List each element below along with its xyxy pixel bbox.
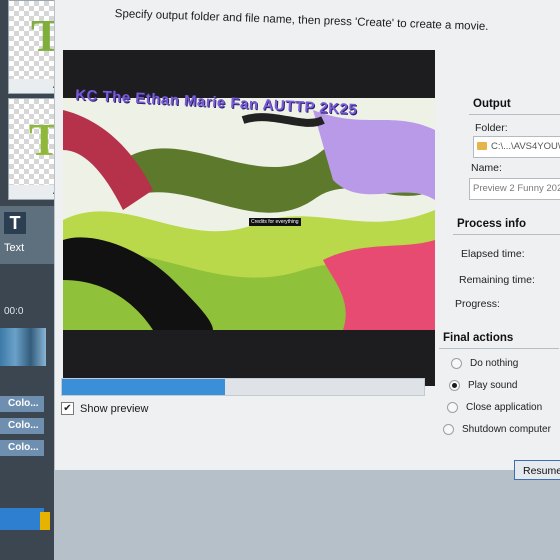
create-movie-dialog: Specify output folder and file name, the… bbox=[54, 0, 560, 470]
radio-button[interactable] bbox=[451, 358, 462, 369]
section-divider bbox=[469, 114, 560, 115]
folder-path: C:\...\AVS4YOU\ bbox=[491, 141, 560, 152]
timeline-timecode: 00:0 bbox=[4, 306, 24, 317]
resume-button[interactable]: Resume bbox=[514, 460, 560, 480]
text-tool-button[interactable]: T Text bbox=[0, 206, 54, 264]
output-section-title: Output bbox=[473, 98, 511, 110]
progress-label: Progress: bbox=[455, 298, 500, 310]
final-action-close-application[interactable]: Close application bbox=[447, 402, 542, 413]
final-action-play-sound[interactable]: Play sound bbox=[449, 380, 517, 391]
show-preview-label: Show preview bbox=[80, 402, 149, 415]
radio-button[interactable] bbox=[443, 424, 454, 435]
folder-field[interactable]: C:\...\AVS4YOU\ bbox=[473, 136, 560, 158]
render-progress-fill bbox=[62, 379, 225, 395]
folder-label: Folder: bbox=[475, 122, 508, 134]
video-overlay-caption: Credits for everything bbox=[249, 218, 301, 226]
show-preview-checkbox[interactable]: ✔ bbox=[61, 402, 74, 415]
render-progress-bar bbox=[61, 378, 425, 396]
text-tool-label: Text bbox=[4, 242, 25, 254]
folder-icon bbox=[477, 142, 487, 151]
timeline-color-clip[interactable]: Colo... bbox=[0, 440, 44, 456]
process-info-title: Process info bbox=[457, 218, 527, 230]
file-name-field[interactable]: Preview 2 Funny 2025 bbox=[469, 178, 560, 200]
timeline-marker bbox=[40, 512, 50, 530]
section-divider bbox=[453, 234, 560, 235]
final-action-label: Do nothing bbox=[470, 358, 519, 369]
dialog-footer bbox=[54, 470, 560, 560]
final-action-do-nothing[interactable]: Do nothing bbox=[451, 358, 518, 369]
video-preview: KC The Ethan Marie Fan AUTTP 2K25 Credit… bbox=[63, 50, 435, 386]
dialog-instruction: Specify output folder and file name, the… bbox=[114, 8, 489, 34]
final-action-label: Shutdown computer bbox=[462, 424, 551, 435]
timeline-color-clip[interactable]: Colo... bbox=[0, 396, 44, 412]
timeline-color-clip[interactable]: Colo... bbox=[0, 418, 44, 434]
timeline-video-clip[interactable] bbox=[0, 328, 46, 366]
remaining-time-label: Remaining time: bbox=[459, 274, 535, 286]
text-t-icon: T bbox=[4, 212, 26, 234]
final-action-shutdown-computer[interactable]: Shutdown computer bbox=[443, 424, 551, 435]
section-divider bbox=[439, 348, 559, 349]
elapsed-time-label: Elapsed time: bbox=[461, 248, 525, 260]
final-actions-title: Final actions bbox=[443, 332, 514, 344]
radio-button[interactable] bbox=[449, 380, 460, 391]
name-label: Name: bbox=[471, 162, 502, 174]
final-action-label: Close application bbox=[466, 402, 543, 413]
final-action-label: Play sound bbox=[468, 380, 518, 391]
radio-button[interactable] bbox=[447, 402, 458, 413]
timeline-audio-track[interactable] bbox=[0, 508, 44, 530]
show-preview-option[interactable]: ✔ Show preview bbox=[61, 402, 148, 415]
